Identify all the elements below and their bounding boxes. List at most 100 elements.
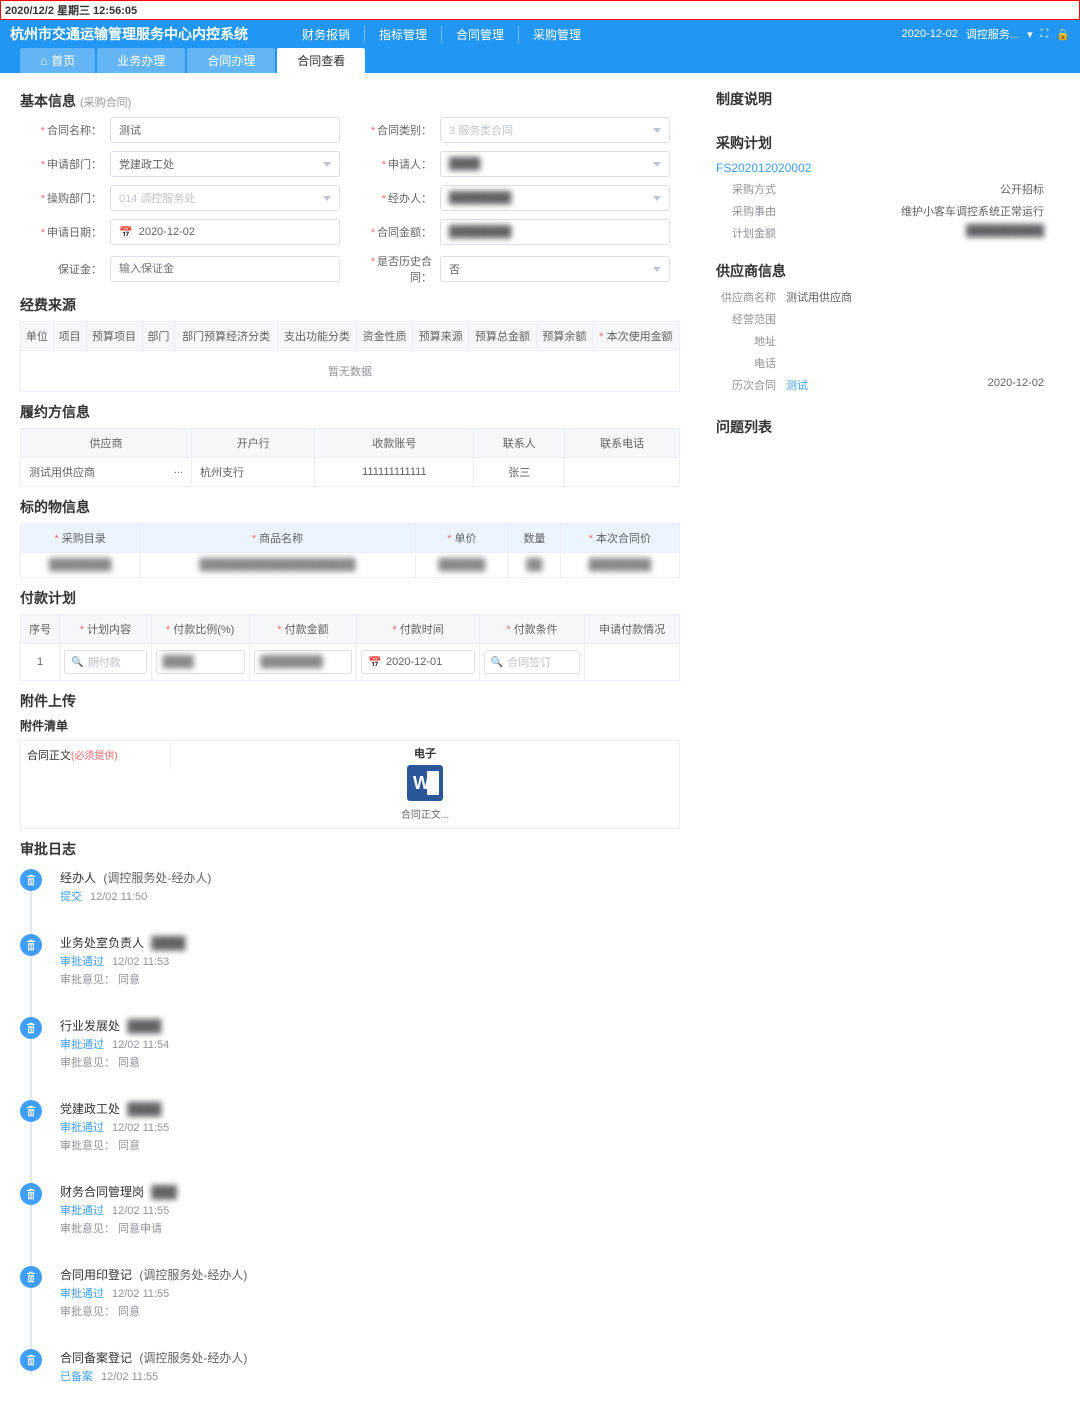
search-icon: 🔍 bbox=[491, 657, 503, 668]
table-header: 联系人 bbox=[474, 429, 565, 458]
supplier-title: 供应商信息 bbox=[716, 261, 1044, 281]
side-value: 维护小客车调控系统正常运行 bbox=[786, 203, 1044, 219]
table-header: * 计划内容 bbox=[60, 615, 152, 644]
expand-icon[interactable]: ⛶ bbox=[1041, 28, 1049, 41]
dropdown-icon[interactable]: ▾ bbox=[1027, 28, 1033, 41]
issues-title: 问题列表 bbox=[716, 417, 1044, 437]
plan-title: 采购计划 bbox=[716, 133, 1044, 153]
table-header: * 付款金额 bbox=[249, 615, 357, 644]
plan-ratio-input[interactable]: ████ bbox=[156, 650, 245, 674]
basic-info-title: 基本信息(采购合同) bbox=[20, 91, 680, 111]
tab-contract-handle[interactable]: 合同办理 bbox=[187, 48, 275, 73]
timestamp-bar: 2020/12/2 星期三 12:56:05 bbox=[0, 0, 1080, 20]
timeline-node-icon bbox=[20, 934, 42, 956]
home-icon: ⌂ bbox=[40, 54, 47, 68]
calendar-icon: 📅 bbox=[368, 656, 382, 669]
calendar-icon: 📅 bbox=[119, 226, 133, 239]
plan-date-input[interactable]: 📅2020-12-01 bbox=[361, 650, 475, 674]
history-select[interactable]: 否 bbox=[440, 256, 670, 282]
table-header: 联系电话 bbox=[565, 429, 680, 458]
applicant-select[interactable]: ████ bbox=[440, 151, 670, 177]
table-row: 测试用供应商... 杭州支行 111111111111 张三 bbox=[21, 458, 680, 487]
timeline-item: 财务合同管理岗 ███ 审批通过12/02 11:55 审批意见： 同意申请 bbox=[60, 1183, 680, 1236]
side-value: 测试用供应商 bbox=[786, 289, 1044, 305]
payplan-title: 付款计划 bbox=[20, 588, 680, 608]
side-value bbox=[786, 333, 1044, 349]
table-header: 预算余额 bbox=[536, 322, 592, 351]
perf-title: 履约方信息 bbox=[20, 402, 680, 422]
apply-dept-select[interactable]: 党建政工处 bbox=[110, 151, 340, 177]
table-header: * 本次使用金额 bbox=[592, 322, 679, 351]
table-header: * 付款比例(%) bbox=[151, 615, 249, 644]
policy-title: 制度说明 bbox=[716, 89, 1044, 109]
funds-table: 单位项目预算项目部门部门预算经济分类支出功能分类资金性质预算来源预算总金额预算余… bbox=[20, 321, 680, 392]
object-title: 标的物信息 bbox=[20, 497, 680, 517]
timeline-node-icon bbox=[20, 1266, 42, 1288]
funds-title: 经费来源 bbox=[20, 295, 680, 315]
supplier-more-icon[interactable]: ... bbox=[170, 464, 187, 476]
contract-type-select[interactable]: 3 服务类合同 bbox=[440, 117, 670, 143]
attach-list-title: 附件清单 bbox=[20, 717, 680, 734]
handler-select[interactable]: ████████ bbox=[440, 185, 670, 211]
header-date: 2020-12-02 bbox=[902, 28, 958, 40]
plan-amount-input[interactable]: ████████ bbox=[254, 650, 353, 674]
table-header: 项目 bbox=[53, 322, 86, 351]
tab-home[interactable]: ⌂首页 bbox=[20, 48, 95, 73]
amount-input[interactable]: ████████ bbox=[440, 219, 670, 245]
header-user[interactable]: 调控服务... bbox=[966, 26, 1019, 42]
menu-quota[interactable]: 指标管理 bbox=[365, 26, 442, 43]
tab-biz[interactable]: 业务办理 bbox=[97, 48, 185, 73]
plan-number-link[interactable]: FS202012020002 bbox=[716, 161, 1044, 175]
word-file-icon[interactable] bbox=[407, 765, 443, 801]
search-icon: 🔍 bbox=[71, 657, 83, 668]
table-header: * 商品名称 bbox=[140, 524, 416, 553]
contract-name-input[interactable]: 测试 bbox=[110, 117, 340, 143]
menu-procure[interactable]: 采购管理 bbox=[519, 26, 595, 43]
table-row: 1 🔍期付款 ████ ████████ 📅2020-12-01 🔍合同签订 bbox=[21, 644, 680, 681]
side-value: ██████████ bbox=[786, 225, 1044, 241]
timeline-item: 经办人 (调控服务处-经办人) 提交12/02 11:50 bbox=[60, 869, 680, 904]
menu-contract[interactable]: 合同管理 bbox=[442, 26, 519, 43]
side-value: 公开招标 bbox=[786, 181, 1044, 197]
table-header: 部门 bbox=[142, 322, 175, 351]
timeline-node-icon bbox=[20, 1100, 42, 1122]
audit-timeline: 经办人 (调控服务处-经办人) 提交12/02 11:50 业务处室负责人 ██… bbox=[20, 869, 680, 1384]
plan-cond-input[interactable]: 🔍合同签订 bbox=[484, 650, 580, 674]
table-header: 部门预算经济分类 bbox=[175, 322, 278, 351]
side-value bbox=[786, 311, 1044, 327]
tab-contract-view[interactable]: 合同查看 bbox=[277, 48, 365, 73]
timeline-node-icon bbox=[20, 869, 42, 891]
attach-title: 附件上传 bbox=[20, 691, 680, 711]
timeline-node-icon bbox=[20, 1349, 42, 1371]
apply-date-input[interactable]: 📅2020-12-02 bbox=[110, 219, 340, 245]
history-contract-link[interactable]: 测试 bbox=[786, 377, 988, 393]
table-header: 开户行 bbox=[192, 429, 315, 458]
attr-dept-select[interactable]: 014 调控服务处 bbox=[110, 185, 340, 211]
object-table: * 采购目录* 商品名称* 单价数量* 本次合同价 ████████ █████… bbox=[20, 523, 680, 578]
table-header: * 付款条件 bbox=[479, 615, 584, 644]
timeline-item: 党建政工处 ████ 审批通过12/02 11:55 审批意见： 同意 bbox=[60, 1100, 680, 1153]
attach-filename: 合同正文... bbox=[401, 806, 449, 821]
table-header: * 付款时间 bbox=[357, 615, 480, 644]
table-header: 供应商 bbox=[21, 429, 192, 458]
lock-icon[interactable]: 🔒 bbox=[1056, 28, 1070, 41]
top-menu: 财务报销 指标管理 合同管理 采购管理 bbox=[288, 26, 595, 43]
plan-content-input[interactable]: 🔍期付款 bbox=[64, 650, 147, 674]
perf-table: 供应商开户行收款账号联系人联系电话 测试用供应商... 杭州支行 1111111… bbox=[20, 428, 680, 487]
timeline-item: 行业发展处 ████ 审批通过12/02 11:54 审批意见： 同意 bbox=[60, 1017, 680, 1070]
app-header: 杭州市交通运输管理服务中心内控系统 财务报销 指标管理 合同管理 采购管理 20… bbox=[0, 20, 1080, 48]
table-header: * 本次合同价 bbox=[560, 524, 679, 553]
side-value bbox=[786, 355, 1044, 371]
table-header: 单位 bbox=[21, 322, 54, 351]
timeline-item: 业务处室负责人 ████ 审批通过12/02 11:53 审批意见： 同意 bbox=[60, 934, 680, 987]
table-header: 预算总金额 bbox=[469, 322, 537, 351]
table-row: ████████ ████████████████████ ██████ ██ … bbox=[21, 553, 680, 578]
timeline-node-icon bbox=[20, 1017, 42, 1039]
menu-finance[interactable]: 财务报销 bbox=[288, 26, 365, 43]
table-header: 预算来源 bbox=[413, 322, 469, 351]
payplan-table: 序号* 计划内容* 付款比例(%)* 付款金额* 付款时间* 付款条件申请付款情… bbox=[20, 614, 680, 681]
table-header: 预算项目 bbox=[86, 322, 142, 351]
attach-elabel: 电子 bbox=[175, 745, 675, 761]
funds-nodata: 暂无数据 bbox=[21, 351, 680, 392]
deposit-input[interactable] bbox=[110, 256, 340, 282]
